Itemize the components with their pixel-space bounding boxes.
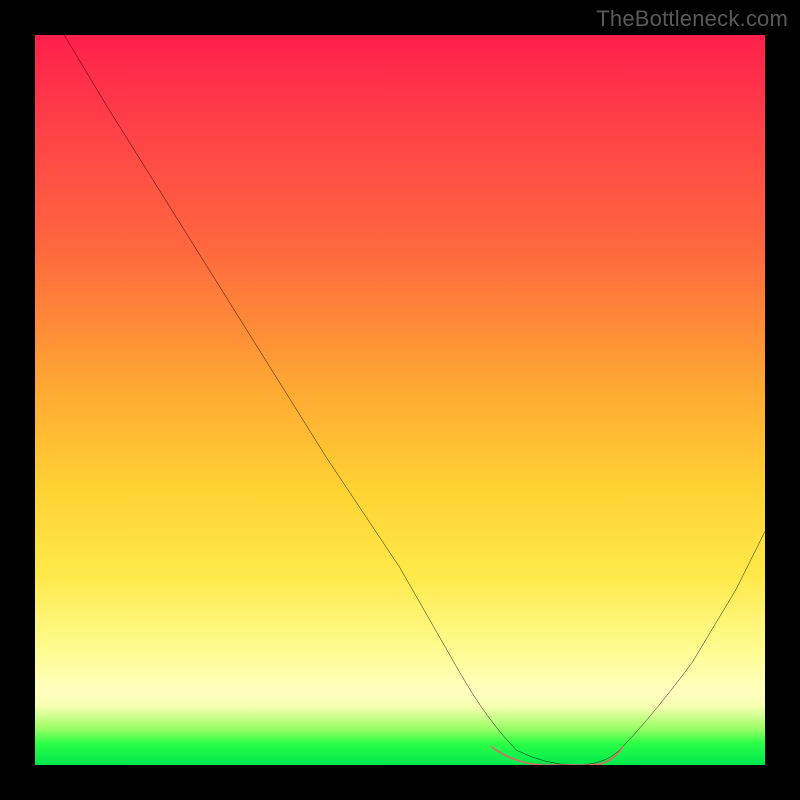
chart-svg — [35, 35, 765, 765]
chart-frame: TheBottleneck.com — [0, 0, 800, 800]
bottleneck-curve — [64, 35, 765, 765]
plot-area — [35, 35, 765, 765]
watermark-text: TheBottleneck.com — [596, 6, 788, 32]
optimal-range-marker — [491, 747, 622, 765]
